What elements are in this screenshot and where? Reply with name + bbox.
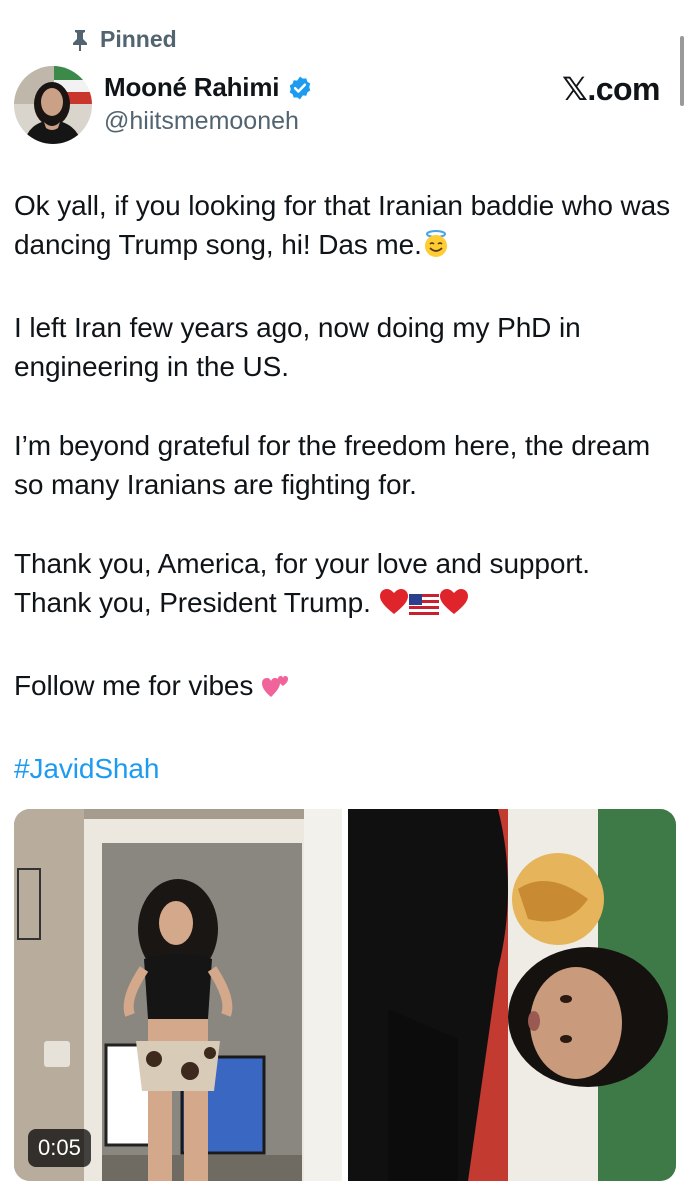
pin-icon	[70, 28, 90, 52]
smiling-face-with-halo-emoji	[422, 229, 450, 268]
video-duration-badge: 0:05	[28, 1129, 91, 1167]
tweet-text-line: Thank you, America, for your love and su…	[14, 548, 590, 579]
video-thumbnail[interactable]: 0:05	[14, 809, 342, 1181]
brand-watermark: 𝕏.com	[562, 71, 660, 107]
author-name-row[interactable]: Mooné Rahimi	[104, 72, 313, 103]
red-heart-emoji	[379, 587, 409, 626]
tweet-paragraph: Ok yall, if you looking for that Iranian…	[14, 186, 674, 268]
author-display-name[interactable]: Mooné Rahimi	[104, 72, 279, 103]
hashtag-link[interactable]: #JavidShah	[14, 749, 674, 788]
us-flag-emoji	[408, 587, 439, 626]
two-hearts-emoji	[261, 670, 291, 709]
verified-badge-icon	[287, 75, 313, 101]
tweet-body: Ok yall, if you looking for that Iranian…	[14, 186, 674, 828]
tweet-paragraph: Thank you, America, for your love and su…	[14, 544, 674, 626]
avatar[interactable]	[14, 66, 92, 144]
tweet-text-line: Ok yall, if you looking for that Iranian…	[14, 190, 670, 260]
pinned-indicator: Pinned	[70, 26, 177, 53]
red-heart-emoji	[439, 587, 469, 626]
tweet-text-line: Follow me for vibes	[14, 670, 254, 701]
tweet-paragraph: I’m beyond grateful for the freedom here…	[14, 430, 651, 500]
tweet-paragraph: I left Iran few years ago, now doing my …	[14, 312, 581, 382]
photo-thumbnail[interactable]	[348, 809, 676, 1181]
scrollbar[interactable]	[680, 36, 684, 106]
author-handle[interactable]: @hiitsmemooneh	[104, 107, 299, 136]
media-grid: 0:05	[14, 809, 676, 1181]
pinned-label: Pinned	[100, 26, 177, 52]
tweet-paragraph: Follow me for vibes	[14, 666, 674, 709]
tweet-text-line: Thank you, President Trump.	[14, 587, 371, 618]
